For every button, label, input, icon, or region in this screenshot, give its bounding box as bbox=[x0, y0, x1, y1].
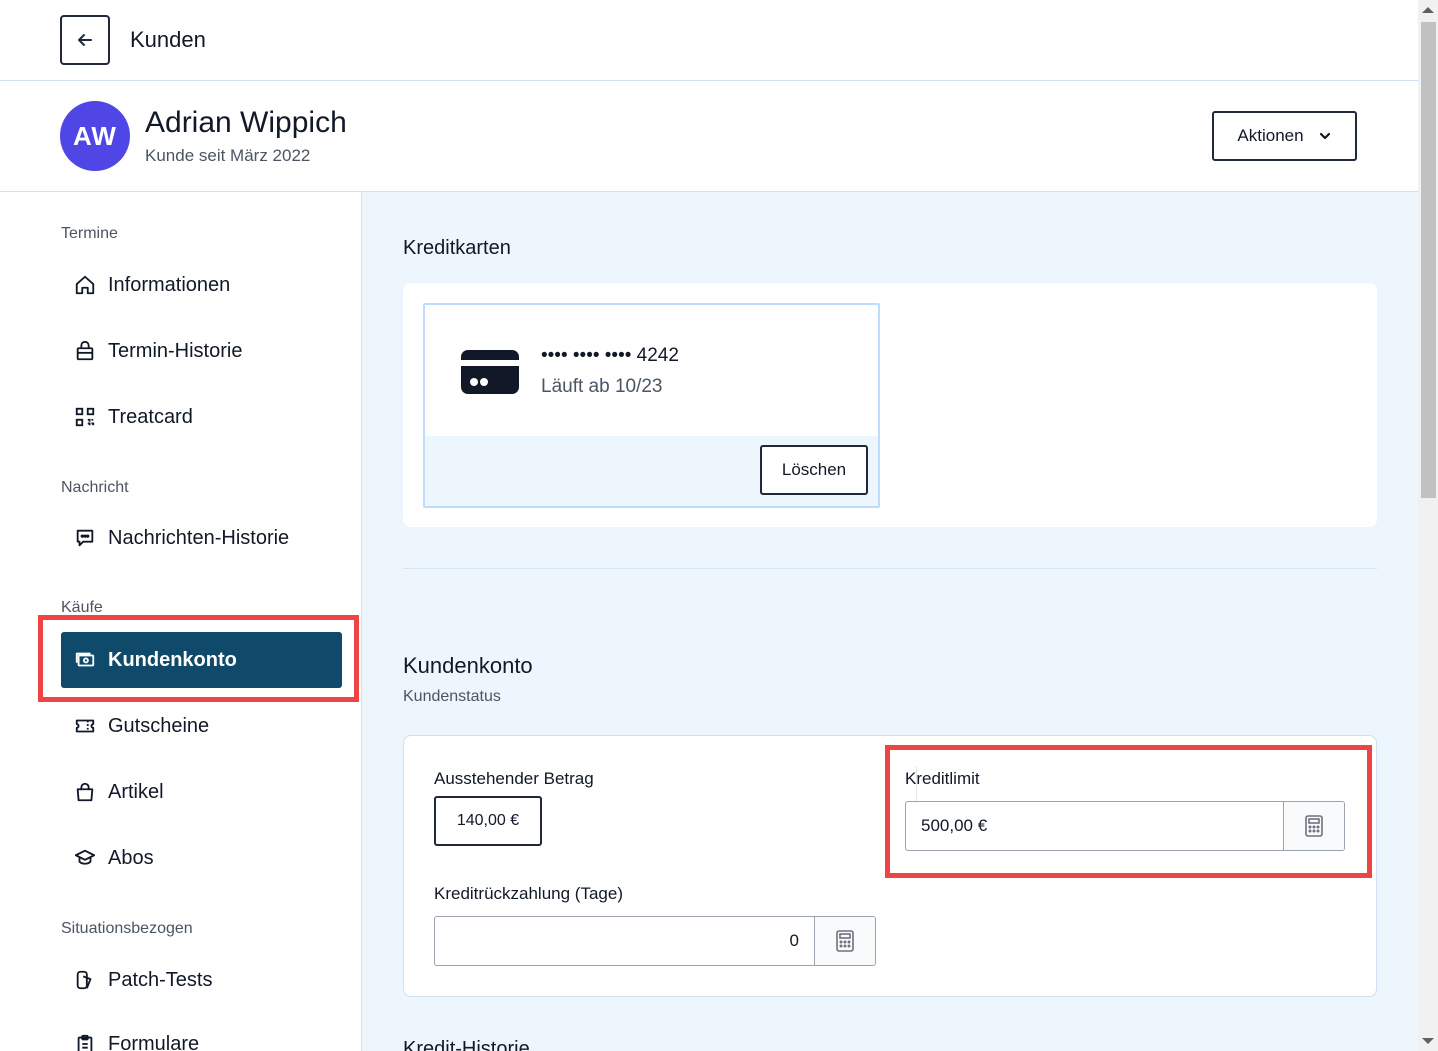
scroll-up-arrow-icon[interactable] bbox=[1422, 7, 1434, 13]
credit-cards-title: Kreditkarten bbox=[403, 237, 511, 259]
bag-icon bbox=[73, 339, 97, 363]
section-divider bbox=[403, 568, 1377, 569]
sidebar-section-kaeufe: Käufe bbox=[61, 599, 103, 616]
page-title: Kunden bbox=[130, 27, 206, 52]
sidebar: Termine Informationen Termin-Historie Tr… bbox=[0, 192, 362, 1051]
scroll-thumb[interactable] bbox=[1421, 22, 1436, 498]
sidebar-item-nachrichten-historie[interactable]: Nachrichten-Historie bbox=[61, 510, 342, 566]
account-title: Kundenkonto bbox=[403, 653, 533, 678]
repayment-field[interactable]: 0 bbox=[434, 916, 876, 966]
ticket-icon bbox=[73, 714, 97, 738]
customer-name: Adrian Wippich bbox=[145, 106, 347, 139]
qr-code-icon bbox=[73, 405, 97, 429]
scrollbar[interactable] bbox=[1418, 0, 1438, 1051]
credit-limit-input[interactable]: 500,00 € bbox=[906, 802, 1283, 850]
delete-card-button[interactable]: Löschen bbox=[760, 445, 868, 495]
sidebar-item-artikel[interactable]: Artikel bbox=[61, 764, 342, 820]
sidebar-item-label: Patch-Tests bbox=[108, 968, 213, 991]
clipboard-icon bbox=[73, 1032, 97, 1051]
sidebar-item-label: Abos bbox=[108, 846, 154, 869]
account-subtitle: Kundenstatus bbox=[403, 688, 501, 705]
sidebar-section-situationsbezogen: Situationsbezogen bbox=[61, 920, 193, 937]
avatar: AW bbox=[60, 101, 130, 171]
shopping-bag-icon bbox=[73, 780, 97, 804]
outstanding-label: Ausstehender Betrag bbox=[434, 769, 594, 788]
chat-bubble-icon bbox=[73, 526, 97, 550]
sidebar-item-termin-historie[interactable]: Termin-Historie bbox=[61, 323, 342, 379]
arrow-left-icon bbox=[78, 34, 92, 46]
back-button[interactable] bbox=[60, 15, 110, 65]
sidebar-item-informationen[interactable]: Informationen bbox=[61, 257, 342, 313]
account-card: Ausstehender Betrag 140,00 € Kreditlimit… bbox=[403, 735, 1377, 997]
sidebar-item-label: Treatcard bbox=[108, 405, 193, 428]
sidebar-item-patch-tests[interactable]: Patch-Tests bbox=[61, 952, 342, 1008]
repayment-label: Kreditrückzahlung (Tage) bbox=[434, 884, 623, 903]
actions-button-label: Aktionen bbox=[1237, 126, 1304, 145]
credit-limit-field[interactable]: 500,00 € bbox=[905, 801, 1345, 851]
cash-icon bbox=[73, 648, 97, 672]
card-footer: Löschen bbox=[425, 436, 878, 506]
credit-cards-card: •••• •••• •••• 4242 Läuft ab 10/23 Lösch… bbox=[403, 283, 1377, 527]
customer-since: Kunde seit März 2022 bbox=[145, 146, 311, 165]
actions-button[interactable]: Aktionen bbox=[1212, 111, 1357, 161]
calculator-icon bbox=[836, 930, 854, 952]
card-expiry: Läuft ab 10/23 bbox=[541, 376, 663, 397]
chevron-down-icon bbox=[1319, 132, 1330, 140]
patch-icon bbox=[73, 968, 97, 992]
sidebar-item-kundenkonto[interactable]: Kundenkonto bbox=[61, 632, 342, 688]
repayment-input[interactable]: 0 bbox=[435, 917, 814, 965]
sidebar-item-label: Formulare bbox=[108, 1032, 200, 1051]
calculator-icon bbox=[1305, 815, 1323, 837]
sidebar-item-label: Termin-Historie bbox=[108, 339, 243, 362]
sidebar-section-nachricht: Nachricht bbox=[61, 479, 129, 496]
sidebar-item-abos[interactable]: Abos bbox=[61, 830, 342, 886]
sidebar-item-label: Informationen bbox=[108, 273, 231, 296]
sidebar-item-treatcard[interactable]: Treatcard bbox=[61, 389, 342, 445]
sidebar-item-formulare[interactable]: Formulare bbox=[61, 1016, 342, 1051]
home-icon bbox=[73, 273, 97, 297]
sidebar-item-label: Kundenkonto bbox=[108, 648, 237, 671]
sidebar-item-gutscheine[interactable]: Gutscheine bbox=[61, 698, 342, 754]
academic-cap-icon bbox=[73, 846, 97, 870]
sidebar-item-label: Artikel bbox=[108, 780, 164, 803]
credit-history-title: Kredit-Historie bbox=[403, 1038, 530, 1051]
card-number: •••• •••• •••• 4242 bbox=[541, 345, 679, 366]
credit-limit-label: Kreditlimit bbox=[905, 769, 980, 788]
sidebar-item-label: Nachrichten-Historie bbox=[108, 526, 290, 549]
scroll-down-arrow-icon[interactable] bbox=[1422, 1038, 1434, 1044]
credit-limit-calculator-button[interactable] bbox=[1283, 802, 1344, 850]
credit-card-icon bbox=[461, 350, 519, 394]
top-bar: Kunden bbox=[0, 0, 1418, 81]
credit-card-item: •••• •••• •••• 4242 Läuft ab 10/23 Lösch… bbox=[423, 303, 880, 508]
sidebar-section-termine: Termine bbox=[61, 225, 118, 242]
outstanding-amount: 140,00 € bbox=[434, 796, 542, 846]
customer-header: AW Adrian Wippich Kunde seit März 2022 A… bbox=[0, 81, 1418, 192]
sidebar-item-label: Gutscheine bbox=[108, 714, 210, 737]
repayment-calculator-button[interactable] bbox=[814, 917, 875, 965]
main-content: Kreditkarten •••• •••• •••• 4242 Läuft a… bbox=[362, 192, 1418, 1051]
